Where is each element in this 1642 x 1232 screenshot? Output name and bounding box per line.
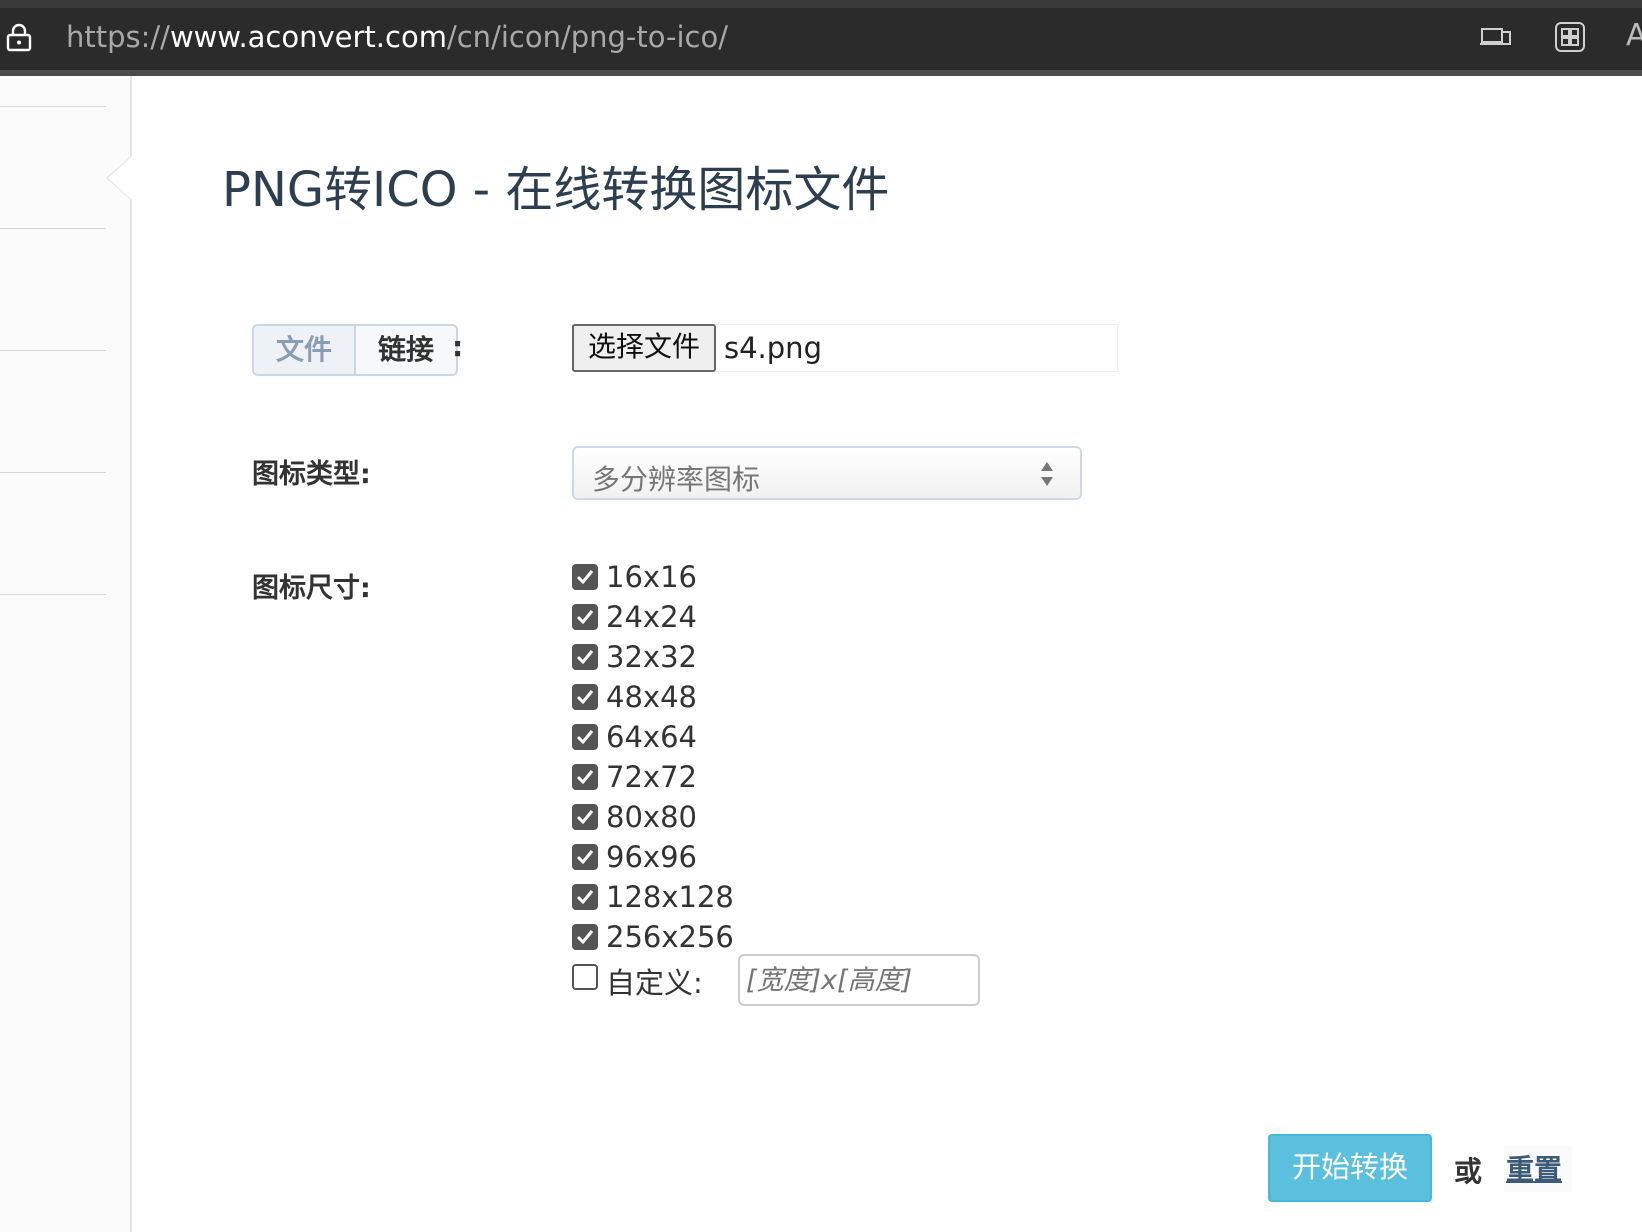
- address-bar[interactable]: https://www.aconvert.com/cn/icon/png-to-…: [66, 20, 728, 54]
- read-aloud-icon[interactable]: A: [1626, 18, 1642, 53]
- url-host: www.aconvert.com: [169, 20, 447, 54]
- source-colon: :: [452, 330, 464, 363]
- size-option-label: 72x72: [606, 760, 697, 794]
- checkmark-icon: [576, 650, 594, 665]
- size-option-label: 256x256: [606, 920, 734, 954]
- icon-type-select[interactable]: 多分辨率图标: [572, 446, 1082, 500]
- custom-size-label: 自定义:: [606, 966, 703, 1000]
- custom-size-input[interactable]: [738, 954, 980, 1006]
- checkbox-checked[interactable]: [572, 804, 598, 830]
- sidebar-divider: [0, 594, 106, 595]
- checkmark-icon: [576, 890, 594, 905]
- checkbox-checked[interactable]: [572, 684, 598, 710]
- size-option-label: 48x48: [606, 680, 697, 714]
- icon-type-label: 图标类型:: [252, 459, 371, 490]
- reset-link[interactable]: 重置: [1504, 1146, 1573, 1192]
- checkbox-checked[interactable]: [572, 564, 598, 590]
- icon-size-label: 图标尺寸:: [252, 573, 371, 604]
- icon-type-value: 多分辨率图标: [592, 463, 761, 496]
- or-text: 或: [1454, 1155, 1483, 1188]
- tab-link[interactable]: 链接: [356, 326, 457, 374]
- select-arrows-icon: [1041, 462, 1053, 486]
- size-option-label: 128x128: [606, 880, 734, 914]
- checkbox-checked[interactable]: [572, 644, 598, 670]
- checkbox-checked[interactable]: [572, 844, 598, 870]
- size-option-label: 80x80: [606, 800, 697, 834]
- sidebar-divider: [0, 228, 106, 229]
- size-option-label: 24x24: [606, 600, 697, 634]
- apps-icon[interactable]: [1554, 22, 1586, 52]
- checkbox-checked[interactable]: [572, 764, 598, 790]
- sidebar-divider: [0, 350, 106, 351]
- sidebar-active-pointer: [108, 156, 132, 200]
- tab-strip: [0, 0, 1642, 8]
- checkbox-unchecked[interactable]: [572, 964, 598, 990]
- checkmark-icon: [576, 850, 594, 865]
- selected-file-name: s4.png: [724, 331, 822, 365]
- size-option-label: 96x96: [606, 840, 697, 874]
- source-toggle: 文件 链接: [252, 324, 459, 376]
- lock-icon[interactable]: [6, 22, 32, 52]
- choose-file-button[interactable]: 选择文件: [572, 324, 716, 372]
- checkmark-icon: [576, 770, 594, 785]
- url-path: /cn/icon/png-to-ico/: [446, 20, 729, 54]
- checkbox-checked[interactable]: [572, 884, 598, 910]
- toolbar-border: [0, 70, 1642, 76]
- checkbox-checked[interactable]: [572, 604, 598, 630]
- url-scheme: https://: [66, 20, 170, 54]
- size-option-label: 32x32: [606, 640, 697, 674]
- size-option-label: 64x64: [606, 720, 697, 754]
- sidebar: [0, 76, 132, 1232]
- sidebar-divider: [0, 106, 106, 107]
- size-option-label: 16x16: [606, 560, 697, 594]
- checkmark-icon: [576, 570, 594, 585]
- checkbox-checked[interactable]: [572, 724, 598, 750]
- checkmark-icon: [576, 690, 594, 705]
- sidebar-divider: [0, 472, 106, 473]
- tab-file[interactable]: 文件: [254, 326, 357, 374]
- checkmark-icon: [576, 930, 594, 945]
- browser-toolbar: https://www.aconvert.com/cn/icon/png-to-…: [0, 0, 1642, 76]
- checkmark-icon: [576, 730, 594, 745]
- start-convert-button[interactable]: 开始转换: [1268, 1134, 1432, 1202]
- checkmark-icon: [576, 810, 594, 825]
- devices-icon[interactable]: [1480, 22, 1512, 52]
- checkbox-checked[interactable]: [572, 924, 598, 950]
- checkmark-icon: [576, 610, 594, 625]
- page-title: PNG转ICO - 在线转换图标文件: [222, 162, 890, 218]
